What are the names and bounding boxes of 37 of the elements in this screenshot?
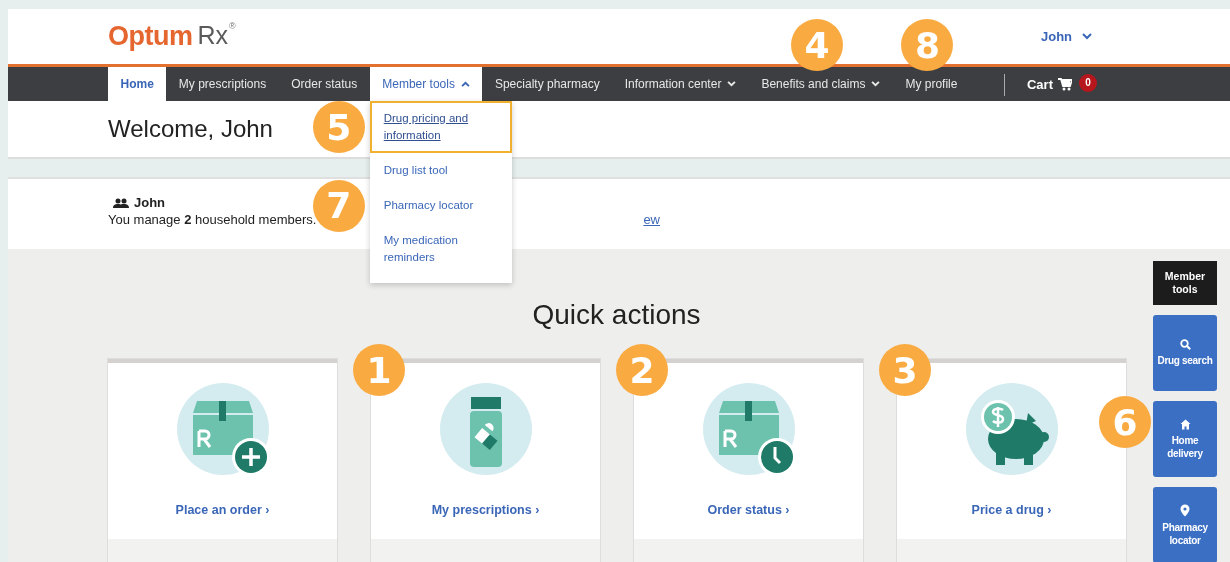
quick-action-card[interactable]: Place an order › [108, 359, 337, 562]
side-tool-button[interactable]: Drug search [1153, 315, 1217, 391]
people-icon [113, 197, 129, 208]
view-link[interactable]: ew [643, 212, 660, 227]
cart-button[interactable]: Cart 0 [1026, 67, 1097, 101]
chevron-icon [1082, 33, 1093, 40]
nav-tab[interactable]: My prescriptions [166, 67, 279, 101]
member-name: John [134, 195, 166, 210]
section-title: Quick actions [532, 299, 701, 331]
cart-count-badge: 0 [1078, 73, 1097, 92]
cart-icon [1057, 77, 1072, 91]
menu-link[interactable]: Pharmacy locator [369, 188, 512, 223]
quick-action-link[interactable]: Price a drug › [971, 503, 1052, 517]
nav-tab[interactable]: Specialty pharmacy [482, 67, 613, 101]
quick-action-link[interactable]: Order status › [707, 503, 790, 517]
home-icon [1179, 418, 1191, 430]
nav-tab[interactable]: Order status [278, 67, 370, 101]
step-number-badge: 3 [879, 344, 931, 396]
member-tools-heading: Member tools [1153, 261, 1217, 305]
welcome-heading: Welcome, John [108, 115, 273, 143]
side-tool-button[interactable]: Home delivery [1153, 401, 1217, 477]
quick-action-link[interactable]: Place an order › [175, 503, 270, 517]
menu-link[interactable]: My medication reminders [369, 223, 512, 275]
step-number-badge: 1 [353, 344, 405, 396]
optum-rx-logo[interactable]: Optum Rx$^{®}$ [108, 21, 236, 52]
step-number-badge: 2 [616, 344, 668, 396]
search-icon [1179, 339, 1191, 350]
menu-link[interactable]: Drug list tool [369, 153, 512, 188]
nav-tab[interactable]: Home [108, 67, 167, 101]
nav-tab[interactable]: Information center [612, 67, 749, 101]
location-pin-icon [1180, 503, 1190, 517]
menu-link[interactable]: Drug pricing and information [369, 101, 512, 153]
quick-action-link[interactable]: My prescriptions › [431, 503, 540, 517]
side-tool-button[interactable]: Pharmacy locator [1153, 487, 1217, 562]
step-number-badge: 6 [1099, 396, 1151, 448]
nav-tab[interactable]: Member tools [369, 67, 483, 101]
user-menu[interactable]: John [1041, 29, 1093, 44]
